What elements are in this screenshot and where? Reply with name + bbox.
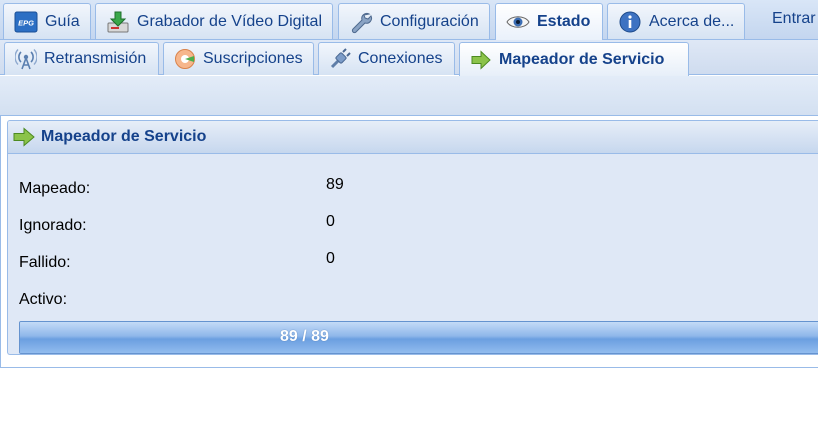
tab-label: Acerca de... — [649, 12, 735, 30]
subtab-mapeador[interactable]: Mapeador de Servicio — [459, 42, 689, 76]
progress-text: 89 / 89 — [280, 328, 329, 345]
subtab-retransmision[interactable]: Retransmisión — [4, 42, 159, 75]
eye-icon — [506, 10, 530, 34]
failed-label: Fallido: — [19, 254, 71, 271]
login-link[interactable]: Entrar — [772, 10, 816, 28]
ignored-label: Ignorado: — [19, 217, 87, 234]
arrow-right-icon — [470, 49, 492, 71]
panel-title: Mapeador de Servicio — [41, 128, 207, 145]
subtab-label: Suscripciones — [203, 50, 303, 67]
tab-grabador[interactable]: Grabador de Vídeo Digital — [95, 3, 333, 39]
subtab-label: Mapeador de Servicio — [499, 50, 665, 68]
tab-label: Estado — [537, 13, 591, 30]
subtab-label: Conexiones — [358, 50, 443, 67]
arrow-right-icon — [12, 125, 36, 149]
epg-icon: EPG — [14, 10, 38, 34]
failed-value: 0 — [326, 250, 335, 267]
wrench-icon — [349, 10, 373, 34]
service-mapper-panel: Mapeador de Servicio Mapeado: 89 Ignorad… — [7, 120, 818, 355]
tab-acerca[interactable]: Acerca de... — [607, 3, 745, 39]
ignored-value: 0 — [326, 213, 335, 230]
tab-label: Guía — [45, 12, 80, 30]
tab-configuracion[interactable]: Configuración — [338, 3, 490, 39]
toolbar-strip — [0, 76, 818, 116]
tab-label: Grabador de Vídeo Digital — [137, 12, 322, 30]
broadcast-antenna-icon — [15, 48, 37, 70]
status-sub-tab-bar: Retransmisión Suscripciones Conexiones M… — [0, 40, 818, 76]
mapped-value: 89 — [326, 176, 344, 193]
panel-header: Mapeador de Servicio — [8, 121, 818, 154]
active-label: Activo: — [19, 291, 68, 308]
subtab-suscripciones[interactable]: Suscripciones — [163, 42, 314, 75]
subtab-label: Retransmisión — [44, 50, 147, 67]
plug-icon — [329, 48, 351, 70]
mapped-label: Mapeado: — [19, 180, 91, 197]
download-recorder-icon — [106, 10, 130, 34]
progress-fill — [20, 322, 818, 353]
subtab-conexiones[interactable]: Conexiones — [318, 42, 455, 75]
main-tab-bar: EPG Guía Grabador de Vídeo Digital Confi… — [0, 0, 818, 40]
epg-badge-text: EPG — [18, 18, 34, 27]
tab-estado[interactable]: Estado — [495, 3, 603, 40]
content-area: Mapeador de Servicio Mapeado: 89 Ignorad… — [0, 116, 818, 368]
subscription-icon — [174, 48, 196, 70]
tab-guia[interactable]: EPG Guía — [3, 3, 91, 39]
progress-bar: 89 / 89 — [19, 321, 818, 354]
info-icon — [618, 10, 642, 34]
tab-label: Configuración — [380, 12, 479, 30]
